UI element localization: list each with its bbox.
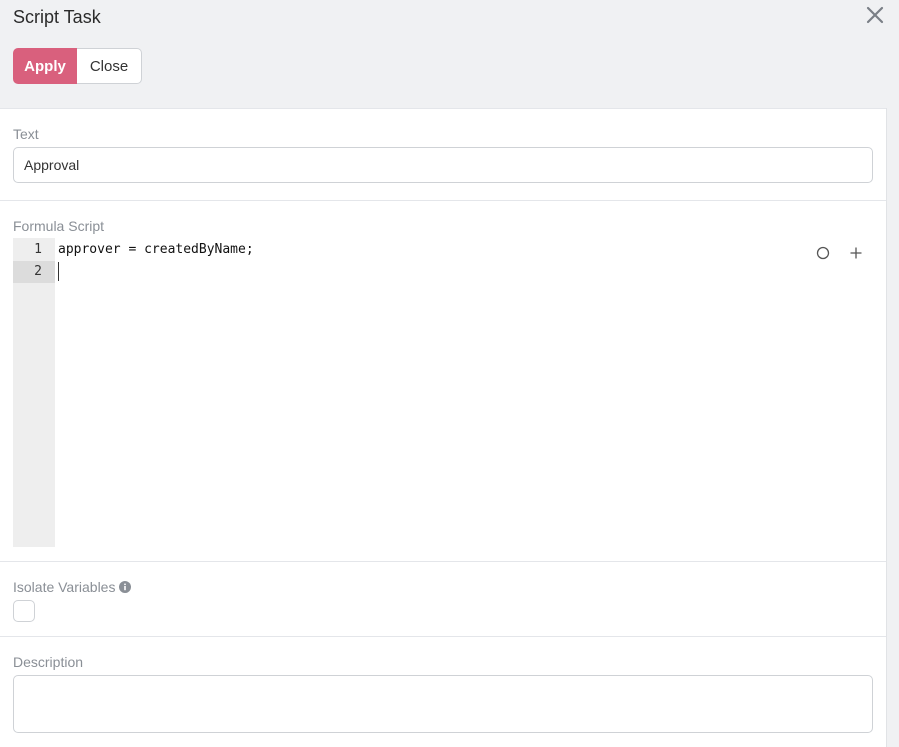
plus-icon[interactable] [847,244,865,262]
divider [0,636,886,637]
divider [0,561,886,562]
code-line: approver = createdByName; [58,242,254,257]
description-label: Description [13,654,84,670]
line-number: 1 [34,242,42,257]
text-cursor [58,262,59,281]
info-icon[interactable] [119,580,132,596]
close-x-icon[interactable] [863,3,887,27]
text-field-value: Approval [24,157,80,173]
dialog-title: Script Task [13,7,101,27]
description-textarea[interactable] [13,675,873,733]
divider [0,200,886,201]
apply-button[interactable]: Apply [13,48,77,84]
action-button-group: Apply Close [13,48,142,84]
isolate-variables-text: Isolate Variables [13,579,116,595]
isolate-variables-label: Isolate Variables [13,579,132,596]
line-number-active: 2 [13,261,55,283]
dialog-header: Script Task Apply Close [0,0,899,108]
isolate-variables-checkbox[interactable] [13,600,35,622]
text-field[interactable]: Approval [13,147,873,183]
formula-script-label: Formula Script [13,218,105,234]
text-field-label: Text [13,126,39,142]
close-button[interactable]: Close [77,48,142,84]
circle-icon[interactable] [814,244,832,262]
line-number-gutter [13,238,55,547]
scrollbar[interactable] [886,108,899,747]
formula-script-editor[interactable]: 1 2 approver = createdByName; [13,238,873,547]
